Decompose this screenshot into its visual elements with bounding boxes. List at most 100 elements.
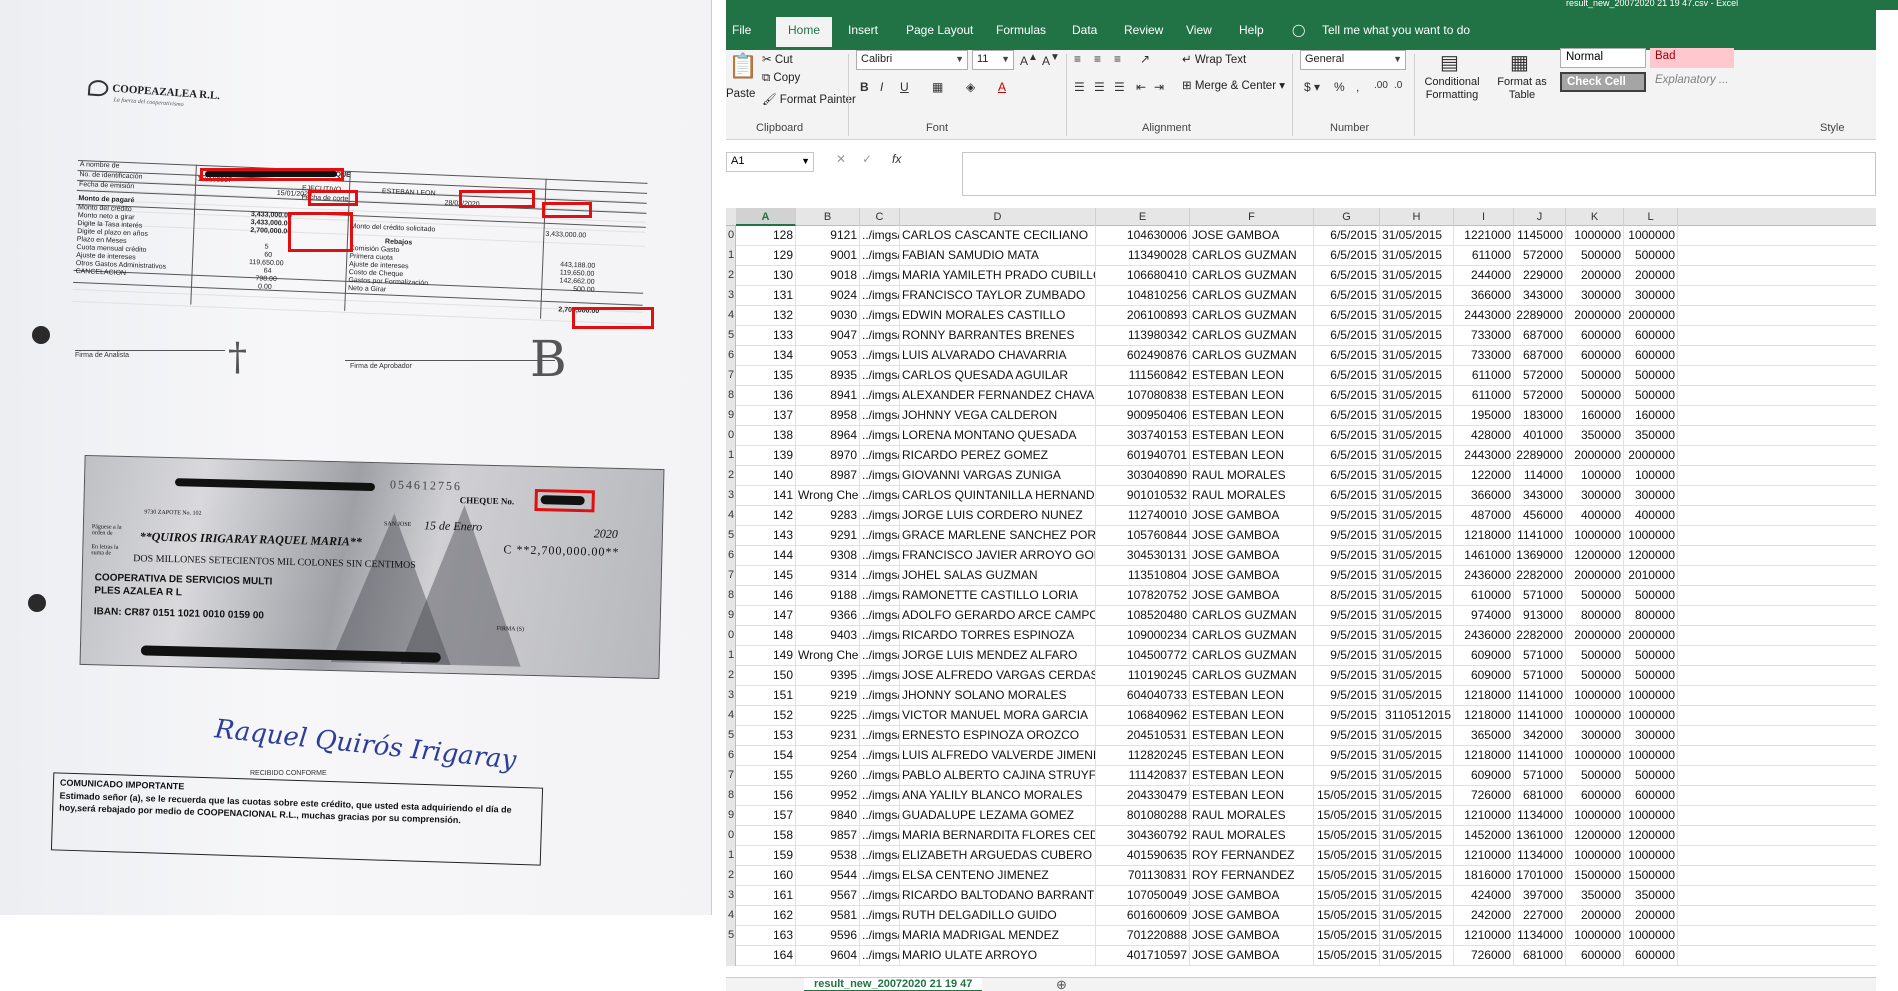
row-header[interactable]: 3 (726, 286, 736, 306)
cell-l[interactable]: 500000 (1624, 586, 1678, 606)
cell-j[interactable]: 687000 (1514, 326, 1566, 346)
cell-f[interactable]: JOSE GAMBOA (1190, 906, 1314, 926)
cell-b[interactable]: 9567 (796, 886, 860, 906)
cell-b[interactable]: 8987 (796, 466, 860, 486)
cell-d[interactable]: ERNESTO ESPINOZA OROZCO (900, 726, 1096, 746)
cell-i[interactable]: 611000 (1454, 386, 1514, 406)
cell-h[interactable]: 31/05/2015 (1380, 826, 1454, 846)
cell-b[interactable]: 9366 (796, 606, 860, 626)
cell-l[interactable]: 1000000 (1624, 806, 1678, 826)
cell-b[interactable]: 9308 (796, 546, 860, 566)
cell-b[interactable]: 9188 (796, 586, 860, 606)
cell-h[interactable]: 31/05/2015 (1380, 446, 1454, 466)
cell-c[interactable]: ../imgs/1- (860, 346, 900, 366)
cell-c[interactable]: ../imgs/1- (860, 626, 900, 646)
cell-k[interactable]: 1000000 (1566, 846, 1624, 866)
cell-i[interactable]: 244000 (1454, 266, 1514, 286)
cell-j[interactable]: 343000 (1514, 486, 1566, 506)
cell-f[interactable]: JOSE GAMBOA (1190, 526, 1314, 546)
cell-l[interactable]: 1200000 (1624, 826, 1678, 846)
cell-c[interactable]: ../imgs/1- (860, 526, 900, 546)
cell-b[interactable]: 9314 (796, 566, 860, 586)
cell-d[interactable]: VICTOR MANUEL MORA GARCIA (900, 706, 1096, 726)
cell-e[interactable]: 113490028 (1096, 246, 1190, 266)
align-bottom-icon[interactable]: ≡ (1114, 52, 1121, 66)
cell-g[interactable]: 6/5/2015 (1314, 446, 1380, 466)
cell-f[interactable]: ROY FERNANDEZ (1190, 846, 1314, 866)
decrease-indent-icon[interactable]: ⇤ (1136, 80, 1146, 94)
cell-k[interactable]: 500000 (1566, 646, 1624, 666)
cell-l[interactable]: 500000 (1624, 366, 1678, 386)
cell-g[interactable]: 9/5/2015 (1314, 566, 1380, 586)
row-header[interactable]: 3 (726, 486, 736, 506)
cell-c[interactable]: ../imgs/1- (860, 666, 900, 686)
cell-c[interactable]: ../imgs/1- (860, 366, 900, 386)
add-sheet-icon[interactable]: ⊕ (1056, 977, 1067, 991)
cell-a[interactable]: 162 (736, 906, 796, 926)
cell-e[interactable]: 109000234 (1096, 626, 1190, 646)
align-middle-icon[interactable]: ≡ (1094, 52, 1101, 66)
cell-l[interactable]: 400000 (1624, 506, 1678, 526)
cell-c[interactable]: ../imgs/1- (860, 286, 900, 306)
cell-l[interactable]: 1000000 (1624, 846, 1678, 866)
cell-a[interactable]: 156 (736, 786, 796, 806)
cell-l[interactable]: 2000000 (1624, 446, 1678, 466)
column-header-c[interactable]: C (860, 208, 900, 226)
cell-j[interactable]: 1141000 (1514, 526, 1566, 546)
cell-h[interactable]: 31/05/2015 (1380, 526, 1454, 546)
cell-d[interactable]: CARLOS QUINTANILLA HERNANDEZ (900, 486, 1096, 506)
cell-i[interactable]: 609000 (1454, 766, 1514, 786)
cell-l[interactable]: 2000000 (1624, 306, 1678, 326)
cell-e[interactable]: 104630006 (1096, 226, 1190, 246)
cell-j[interactable]: 571000 (1514, 586, 1566, 606)
cell-d[interactable]: MARIA BERNARDITA FLORES CEDENO (900, 826, 1096, 846)
cell-e[interactable]: 112740010 (1096, 506, 1190, 526)
paste-button[interactable]: Paste (726, 88, 755, 100)
cell-l[interactable]: 300000 (1624, 486, 1678, 506)
row-header[interactable]: 7 (726, 766, 736, 786)
cell-d[interactable]: JORGE LUIS CORDERO NUNEZ (900, 506, 1096, 526)
cell-b[interactable]: 9291 (796, 526, 860, 546)
cell-c[interactable]: ../imgs/1- (860, 926, 900, 946)
cell-j[interactable]: 1141000 (1514, 686, 1566, 706)
number-format-dropdown[interactable]: General ▼ (1300, 50, 1406, 70)
cell-g[interactable]: 6/5/2015 (1314, 286, 1380, 306)
cell-a[interactable]: 139 (736, 446, 796, 466)
cell-a[interactable]: 159 (736, 846, 796, 866)
cell-l[interactable]: 1000000 (1624, 926, 1678, 946)
cell-h[interactable]: 31/05/2015 (1380, 246, 1454, 266)
cell-g[interactable]: 6/5/2015 (1314, 346, 1380, 366)
cell-b[interactable]: 9225 (796, 706, 860, 726)
decrease-decimal-icon[interactable]: .0 (1394, 80, 1402, 91)
cell-d[interactable]: FRANCISCO TAYLOR ZUMBADO (900, 286, 1096, 306)
cell-h[interactable]: 31/05/2015 (1380, 806, 1454, 826)
cell-g[interactable]: 6/5/2015 (1314, 426, 1380, 446)
cell-a[interactable]: 134 (736, 346, 796, 366)
row-header[interactable]: 4 (726, 306, 736, 326)
cell-l[interactable]: 600000 (1624, 326, 1678, 346)
row-header[interactable]: 4 (726, 706, 736, 726)
row-header[interactable]: 3 (726, 686, 736, 706)
cell-e[interactable]: 901010532 (1096, 486, 1190, 506)
cell-j[interactable]: 681000 (1514, 946, 1566, 966)
cell-a[interactable]: 149 (736, 646, 796, 666)
cell-j[interactable]: 571000 (1514, 766, 1566, 786)
cell-j[interactable]: 913000 (1514, 606, 1566, 626)
cell-a[interactable]: 129 (736, 246, 796, 266)
cell-b[interactable]: 9596 (796, 926, 860, 946)
cell-l[interactable]: 1500000 (1624, 866, 1678, 886)
cell-k[interactable]: 1000000 (1566, 526, 1624, 546)
cell-h[interactable]: 31/05/2015 (1380, 266, 1454, 286)
cell-e[interactable]: 601600609 (1096, 906, 1190, 926)
cell-k[interactable]: 2000000 (1566, 446, 1624, 466)
column-header-h[interactable]: H (1380, 208, 1454, 226)
cell-l[interactable]: 500000 (1624, 766, 1678, 786)
cell-a[interactable]: 145 (736, 566, 796, 586)
cell-k[interactable]: 350000 (1566, 886, 1624, 906)
cell-d[interactable]: CARLOS CASCANTE CECILIANO (900, 226, 1096, 246)
cell-i[interactable]: 974000 (1454, 606, 1514, 626)
cell-g[interactable]: 9/5/2015 (1314, 746, 1380, 766)
cell-l[interactable]: 600000 (1624, 346, 1678, 366)
cell-k[interactable]: 600000 (1566, 946, 1624, 966)
cell-i[interactable]: 428000 (1454, 426, 1514, 446)
